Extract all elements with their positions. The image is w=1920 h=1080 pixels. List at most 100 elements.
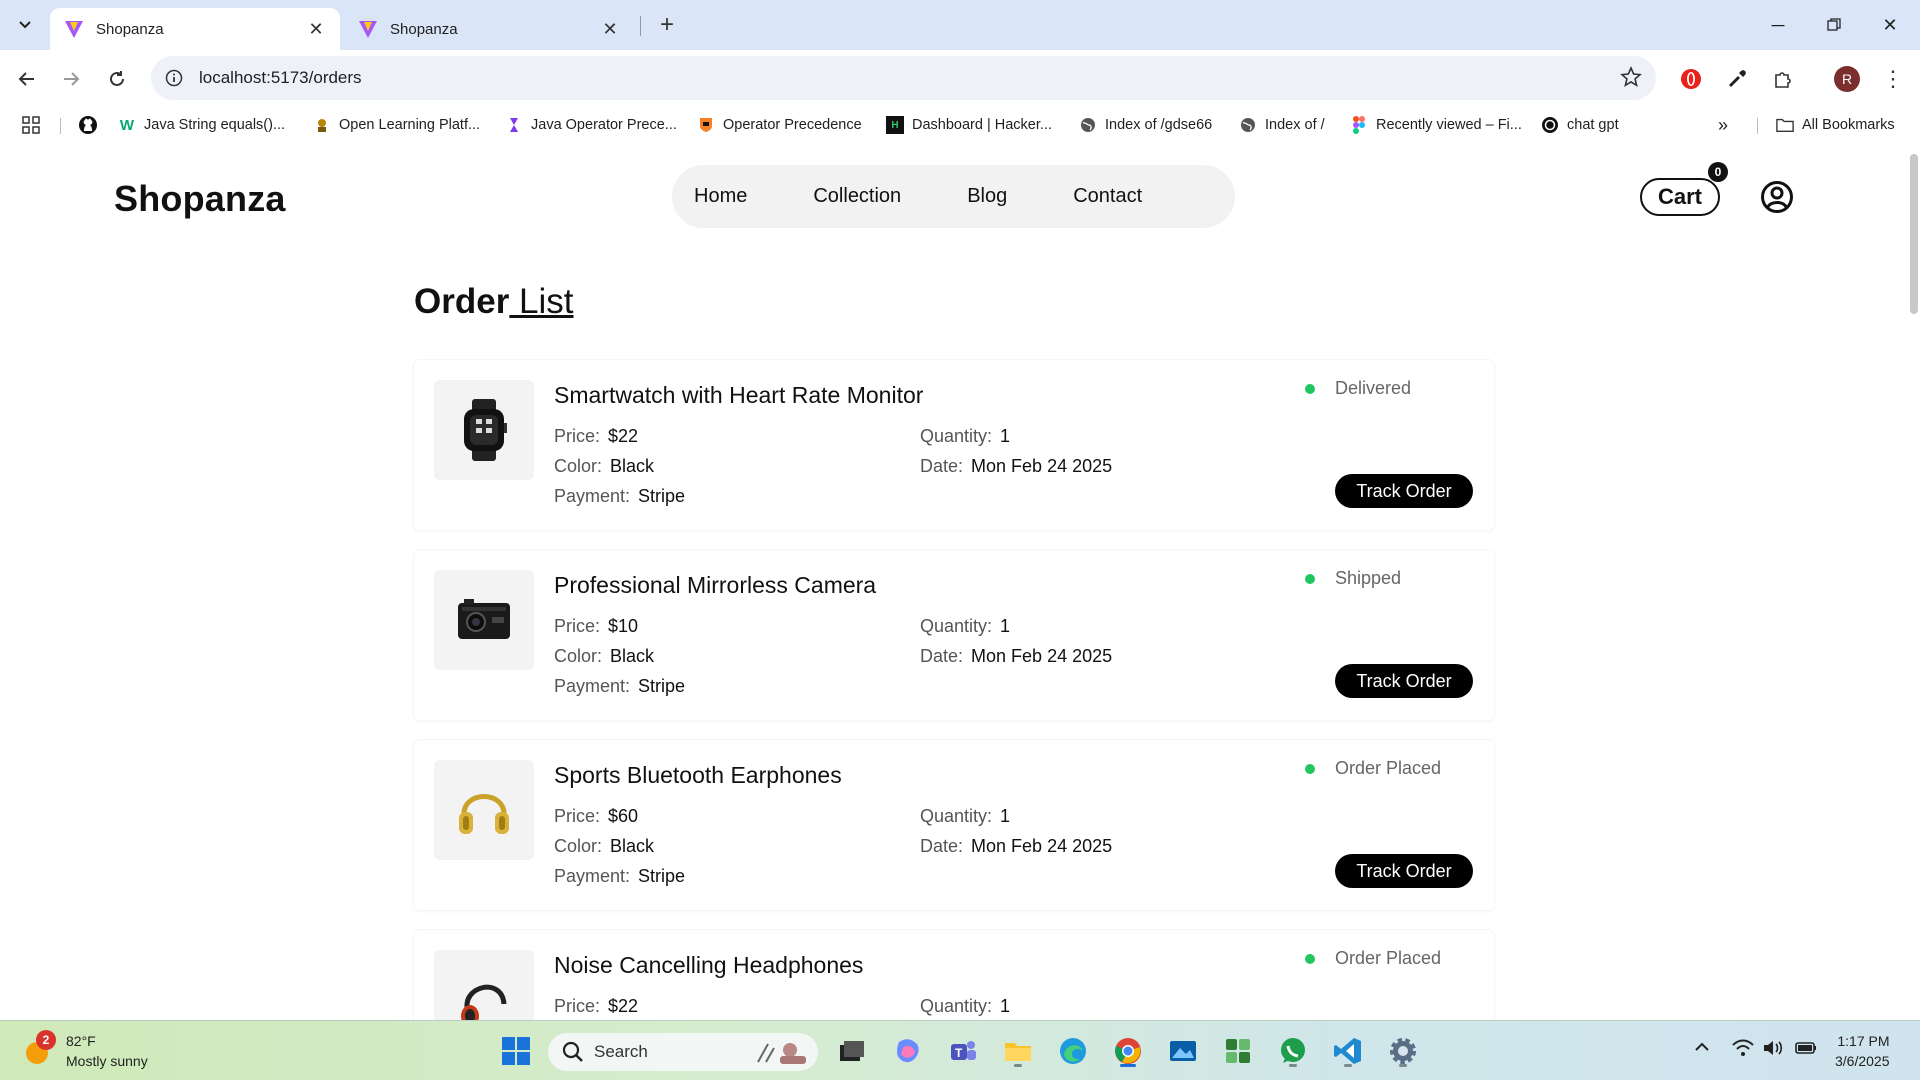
quantity-value: 1 — [1000, 996, 1011, 1016]
nav-collection[interactable]: Collection — [813, 185, 901, 208]
forward-button[interactable] — [56, 64, 86, 94]
bookmark-open-learning[interactable]: Open Learning Platf... — [313, 114, 480, 136]
title-strong: Order — [414, 282, 510, 321]
spreadsheet-app-icon[interactable] — [1220, 1033, 1256, 1069]
profile-button[interactable]: R — [1832, 64, 1862, 94]
github-bookmark[interactable] — [78, 114, 98, 136]
page-title: Order List — [414, 282, 574, 322]
bookmark-label: Index of /gdse66 — [1105, 117, 1213, 133]
site-info-icon[interactable] — [163, 67, 185, 89]
tab-shopanza[interactable]: Shopanza ✕ — [344, 8, 634, 50]
nav-blog[interactable]: Blog — [967, 185, 1007, 208]
nav-contact[interactable]: Contact — [1073, 185, 1142, 208]
bookmark-label: Operator Precedence — [723, 117, 862, 133]
order-date: Date: Mon Feb 24 2025 — [920, 456, 1112, 477]
file-explorer-icon[interactable] — [1000, 1033, 1036, 1069]
wifi-icon[interactable] — [1732, 1039, 1754, 1062]
whatsapp-icon[interactable] — [1275, 1033, 1311, 1069]
bookmark-index-root[interactable]: Index of / — [1239, 114, 1325, 136]
bookmark-java-string[interactable]: W Java String equals()... — [118, 114, 285, 136]
battery-icon[interactable] — [1794, 1039, 1818, 1062]
open-indicator — [1344, 1064, 1352, 1067]
bookmark-figma[interactable]: Recently viewed – Fi... — [1350, 114, 1522, 136]
java-operator-icon — [505, 116, 523, 134]
address-bar[interactable]: localhost:5173/orders — [151, 56, 1656, 100]
task-view-icon[interactable] — [834, 1033, 870, 1069]
system-clock[interactable]: 1:17 PM 3/6/2025 — [1835, 1031, 1890, 1071]
tab-separator — [640, 16, 641, 36]
globe-icon — [1079, 116, 1097, 134]
weather-widget[interactable]: 2 82°F Mostly sunny — [22, 1030, 148, 1071]
close-tab-icon[interactable]: ✕ — [600, 19, 620, 40]
payment-value: Stripe — [638, 676, 686, 696]
bookmark-label: Open Learning Platf... — [339, 117, 481, 133]
all-bookmarks-button[interactable]: All Bookmarks — [1776, 114, 1895, 136]
user-account-icon[interactable] — [1760, 180, 1794, 214]
opera-extension-icon[interactable] — [1676, 64, 1706, 94]
page-scrollbar[interactable] — [1908, 142, 1920, 1020]
headphones-image — [434, 950, 534, 1020]
bookmark-operator-precedence[interactable]: Operator Precedence — [697, 114, 862, 136]
quantity-label: Quantity: — [920, 996, 993, 1016]
reload-button[interactable] — [102, 64, 132, 94]
apps-grid-button[interactable] — [22, 114, 40, 136]
nav-home[interactable]: Home — [694, 185, 747, 208]
edge-icon[interactable] — [1055, 1033, 1091, 1069]
tab-search-button[interactable] — [8, 9, 42, 41]
date-value: Mon Feb 24 2025 — [971, 456, 1113, 476]
search-highlight-icon — [757, 1043, 806, 1064]
teams-icon[interactable]: T — [945, 1033, 981, 1069]
sun-icon: 2 — [22, 1030, 56, 1068]
bookmark-java-operator[interactable]: Java Operator Prece... — [505, 114, 677, 136]
bookmarks-divider — [1757, 118, 1758, 134]
settings-gear-icon[interactable] — [1385, 1033, 1421, 1069]
title-light: List — [509, 282, 574, 321]
restore-button[interactable] — [1806, 0, 1862, 50]
close-tab-icon[interactable]: ✕ — [306, 19, 326, 40]
chrome-menu-button[interactable]: ⋮ — [1878, 64, 1908, 94]
bookmark-hackerrank[interactable]: H Dashboard | Hacker... — [886, 114, 1052, 136]
bookmark-chatgpt[interactable]: chat gpt — [1541, 114, 1619, 136]
order-card: Smartwatch with Heart Rate Monitor Price… — [414, 360, 1494, 530]
hackerrank-icon: H — [886, 116, 904, 134]
extensions-puzzle-icon[interactable] — [1768, 64, 1798, 94]
volume-icon[interactable] — [1762, 1039, 1784, 1062]
order-date: Date: Mon Feb 24 2025 — [920, 836, 1112, 857]
track-order-button[interactable]: Track Order — [1335, 474, 1473, 508]
minimize-button[interactable]: ─ — [1750, 0, 1806, 50]
vscode-icon[interactable] — [1330, 1033, 1366, 1069]
eyedropper-extension-icon[interactable] — [1722, 64, 1752, 94]
track-order-button[interactable]: Track Order — [1335, 664, 1473, 698]
tray-overflow-chevron-icon[interactable] — [1694, 1039, 1710, 1060]
status-text: Order Placed — [1335, 948, 1442, 968]
order-status: Order Placed — [1305, 948, 1441, 969]
back-button[interactable] — [12, 64, 42, 94]
tab-shopanza-active[interactable]: Shopanza ✕ — [50, 8, 340, 50]
order-payment: Payment: Stripe — [554, 866, 685, 887]
camera-image — [434, 570, 534, 670]
more-bookmarks-button[interactable]: » — [1718, 114, 1728, 136]
status-dot-icon — [1305, 953, 1315, 964]
taskbar-search[interactable]: Search — [548, 1033, 818, 1071]
copilot-icon[interactable] — [890, 1033, 926, 1069]
order-status: Shipped — [1305, 568, 1401, 589]
windows-start-icon[interactable] — [498, 1033, 534, 1069]
site-logo[interactable]: Shopanza — [114, 178, 286, 220]
cart-count-badge: 0 — [1708, 162, 1728, 182]
price-label: Price: — [554, 996, 601, 1016]
bookmark-index-gdse66[interactable]: Index of /gdse66 — [1079, 114, 1212, 136]
quantity-value: 1 — [1000, 426, 1011, 446]
track-order-button[interactable]: Track Order — [1335, 854, 1473, 888]
cart-button[interactable]: Cart — [1640, 178, 1720, 216]
close-window-button[interactable]: ✕ — [1862, 0, 1918, 50]
price-label: Price: — [554, 426, 601, 446]
new-tab-button[interactable]: + — [652, 10, 682, 40]
figma-icon — [1350, 116, 1368, 134]
scrollbar-thumb[interactable] — [1910, 154, 1918, 314]
chrome-taskbar-icon[interactable] — [1110, 1033, 1146, 1069]
order-quantity: Quantity: 1 — [920, 426, 1010, 447]
w3schools-icon: W — [119, 116, 135, 134]
photos-app-icon[interactable] — [1165, 1033, 1201, 1069]
bookmark-star-icon[interactable] — [1620, 65, 1642, 93]
order-price: Price: $22 — [554, 996, 638, 1017]
